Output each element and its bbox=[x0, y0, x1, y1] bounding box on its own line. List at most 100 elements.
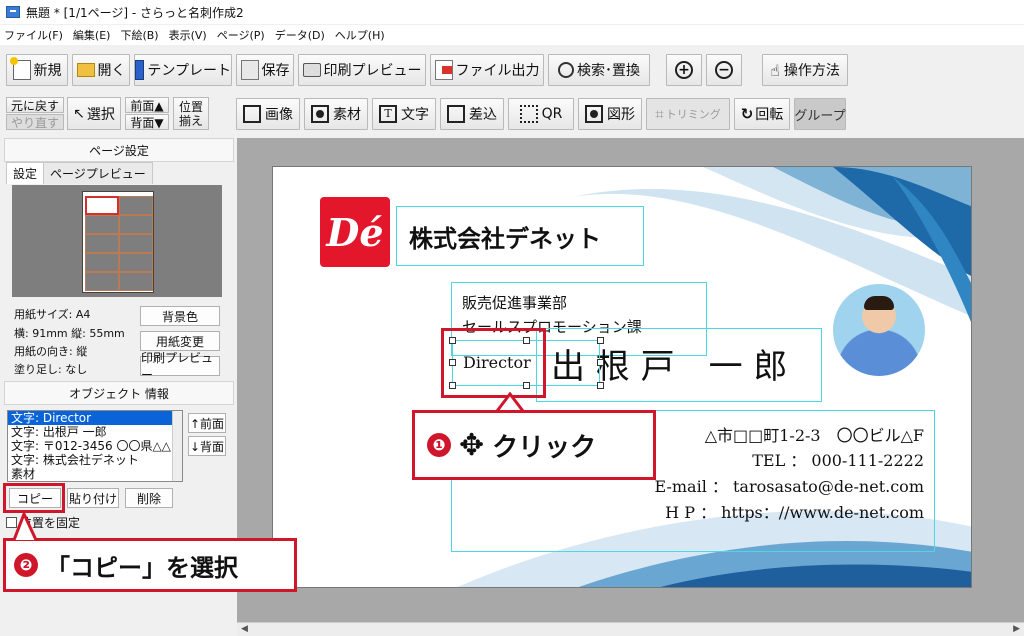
undo-button[interactable]: 元に戻す bbox=[6, 97, 64, 113]
director-highlight bbox=[441, 328, 546, 398]
step1-badge: ❶ bbox=[427, 433, 451, 457]
company-text-box[interactable]: 株式会社デネット bbox=[396, 206, 644, 266]
main-toolbar: 新規 開く テンプレート 保存 印刷プレビュー ファイル出力 検索･置換 + −… bbox=[0, 50, 1024, 90]
send-back-button[interactable]: 背面▼ bbox=[125, 114, 169, 130]
image-icon bbox=[243, 105, 261, 123]
tel-text: TEL ： 000-111-2222 bbox=[752, 451, 924, 470]
text-icon: T bbox=[379, 105, 397, 123]
menu-background[interactable]: 下絵(B) bbox=[120, 27, 158, 43]
card-slot[interactable] bbox=[85, 272, 119, 291]
zoom-out-icon: − bbox=[715, 61, 733, 79]
edit-toolbar: 元に戻す やり直す ↖ 選択 前面▲ 背面▼ 位置 揃え 画像 素材 T 文字 差込 … bbox=[0, 96, 1024, 136]
crop-icon: ⌗ bbox=[655, 105, 664, 123]
new-file-icon bbox=[9, 57, 31, 80]
menu-edit[interactable]: 編集(E) bbox=[73, 27, 111, 43]
background-color-button[interactable]: 背景色 bbox=[140, 306, 220, 326]
list-item[interactable]: 文字: 株式会社デネット bbox=[8, 453, 182, 467]
export-icon bbox=[434, 60, 453, 80]
department-line1: 販売促進事業部 bbox=[462, 294, 568, 312]
title-bar: 無題 * [1/1ページ] - さらっと名刺作成2 bbox=[0, 0, 1024, 24]
menu-page[interactable]: ページ(P) bbox=[217, 27, 265, 43]
zoom-in-button[interactable]: + bbox=[666, 54, 702, 86]
save-icon bbox=[240, 60, 259, 80]
paper-size-label: 用紙サイズ: A4 bbox=[14, 308, 91, 321]
scroll-left-icon[interactable]: ◀ bbox=[241, 624, 248, 634]
how-to-button[interactable]: ☝ 操作方法 bbox=[762, 54, 848, 86]
company-name: 株式会社デネット bbox=[409, 225, 601, 253]
tab-settings[interactable]: 設定 bbox=[6, 162, 45, 184]
card-slot[interactable] bbox=[119, 272, 153, 291]
card-slot-selected[interactable] bbox=[85, 196, 119, 215]
scroll-right-icon[interactable]: ▶ bbox=[1013, 624, 1020, 634]
resize-handle[interactable] bbox=[597, 359, 604, 366]
menu-file[interactable]: ファイル(F) bbox=[4, 27, 63, 43]
list-item[interactable]: 文字: 〒012-3456 〇〇県△△ bbox=[8, 439, 182, 453]
list-item[interactable]: 文字: 出根戸 一郎 bbox=[8, 425, 182, 439]
page-tabs: 設定 ページプレビュー bbox=[6, 162, 153, 184]
template-button[interactable]: テンプレート bbox=[134, 54, 232, 86]
card-slot[interactable] bbox=[119, 234, 153, 253]
align-button[interactable]: 位置 揃え bbox=[173, 97, 209, 130]
resize-handle[interactable] bbox=[597, 337, 604, 344]
step1-callout: ❶ ✥ クリック bbox=[412, 410, 656, 480]
object-front-button[interactable]: ↑前面 bbox=[188, 413, 226, 433]
change-paper-button[interactable]: 用紙変更 bbox=[140, 331, 220, 351]
card-slot[interactable] bbox=[85, 234, 119, 253]
step1-text: クリック bbox=[492, 432, 597, 463]
object-list[interactable]: 文字: Director 文字: 出根戸 一郎 文字: 〒012-3456 〇〇… bbox=[7, 410, 183, 482]
redo-button[interactable]: やり直す bbox=[6, 114, 64, 130]
hp-text: H P ： https：//www.de-net.com bbox=[665, 503, 924, 522]
new-button[interactable]: 新規 bbox=[6, 54, 68, 86]
print-preview-button[interactable]: 印刷プレビュー bbox=[298, 54, 426, 86]
shape-icon bbox=[585, 105, 603, 123]
card-slot[interactable] bbox=[119, 196, 153, 215]
tab-page-preview[interactable]: ページプレビュー bbox=[44, 162, 153, 184]
template-icon bbox=[135, 60, 145, 80]
dimensions-label: 横: 91mm 縦: 55mm bbox=[14, 327, 125, 340]
card-slot[interactable] bbox=[119, 215, 153, 234]
menu-view[interactable]: 表示(V) bbox=[169, 27, 207, 43]
step2-badge: ❷ bbox=[14, 553, 38, 577]
trimming-button[interactable]: ⌗ トリミング bbox=[646, 98, 730, 130]
page-preview bbox=[12, 185, 222, 297]
save-button[interactable]: 保存 bbox=[236, 54, 294, 86]
text-button[interactable]: T 文字 bbox=[372, 98, 436, 130]
left-print-preview-button[interactable]: 印刷プレビュー bbox=[140, 351, 220, 382]
paper-sheet bbox=[82, 191, 154, 293]
group-button[interactable]: グループ bbox=[794, 98, 846, 130]
image-button[interactable]: 画像 bbox=[236, 98, 300, 130]
rotate-button[interactable]: ↻ 回転 bbox=[734, 98, 790, 130]
resize-handle[interactable] bbox=[597, 382, 604, 389]
company-logo[interactable]: Dé bbox=[320, 197, 390, 267]
delete-button[interactable]: 削除 bbox=[125, 488, 173, 508]
open-button[interactable]: 開く bbox=[72, 54, 130, 86]
file-export-button[interactable]: ファイル出力 bbox=[430, 54, 544, 86]
step2-callout: ❷ 「コピー」を選択 bbox=[3, 538, 297, 592]
object-back-button[interactable]: ↓背面 bbox=[188, 436, 226, 456]
card-slot[interactable] bbox=[85, 253, 119, 272]
select-button[interactable]: ↖ 選択 bbox=[67, 97, 121, 130]
menu-data[interactable]: データ(D) bbox=[275, 27, 325, 43]
menu-help[interactable]: ヘルプ(H) bbox=[335, 27, 385, 43]
qr-button[interactable]: QR bbox=[508, 98, 574, 130]
printer-icon bbox=[302, 63, 321, 77]
search-replace-button[interactable]: 検索･置換 bbox=[548, 54, 650, 86]
bring-front-button[interactable]: 前面▲ bbox=[125, 97, 169, 113]
zoom-out-button[interactable]: − bbox=[706, 54, 742, 86]
qr-code-icon bbox=[519, 105, 538, 123]
list-item[interactable]: 文字: Director bbox=[8, 411, 182, 425]
shape-button[interactable]: 図形 bbox=[578, 98, 642, 130]
menu-bar: ファイル(F) 編集(E) 下絵(B) 表示(V) ページ(P) データ(D) … bbox=[0, 25, 1024, 45]
cursor-icon: ↖ bbox=[73, 105, 85, 122]
paste-button[interactable]: 貼り付け bbox=[67, 488, 119, 508]
card-slot[interactable] bbox=[119, 253, 153, 272]
bleed-label: 塗り足し: なし bbox=[14, 363, 88, 376]
list-scrollbar[interactable] bbox=[172, 411, 182, 481]
merge-button[interactable]: 差込 bbox=[440, 98, 504, 130]
material-button[interactable]: 素材 bbox=[304, 98, 368, 130]
profile-photo[interactable] bbox=[833, 284, 925, 376]
card-slot[interactable] bbox=[85, 215, 119, 234]
page-settings-header: ページ設定 bbox=[4, 138, 234, 162]
list-item[interactable]: 素材 bbox=[8, 467, 182, 481]
horizontal-scrollbar[interactable]: ◀ ▶ bbox=[237, 622, 1024, 636]
